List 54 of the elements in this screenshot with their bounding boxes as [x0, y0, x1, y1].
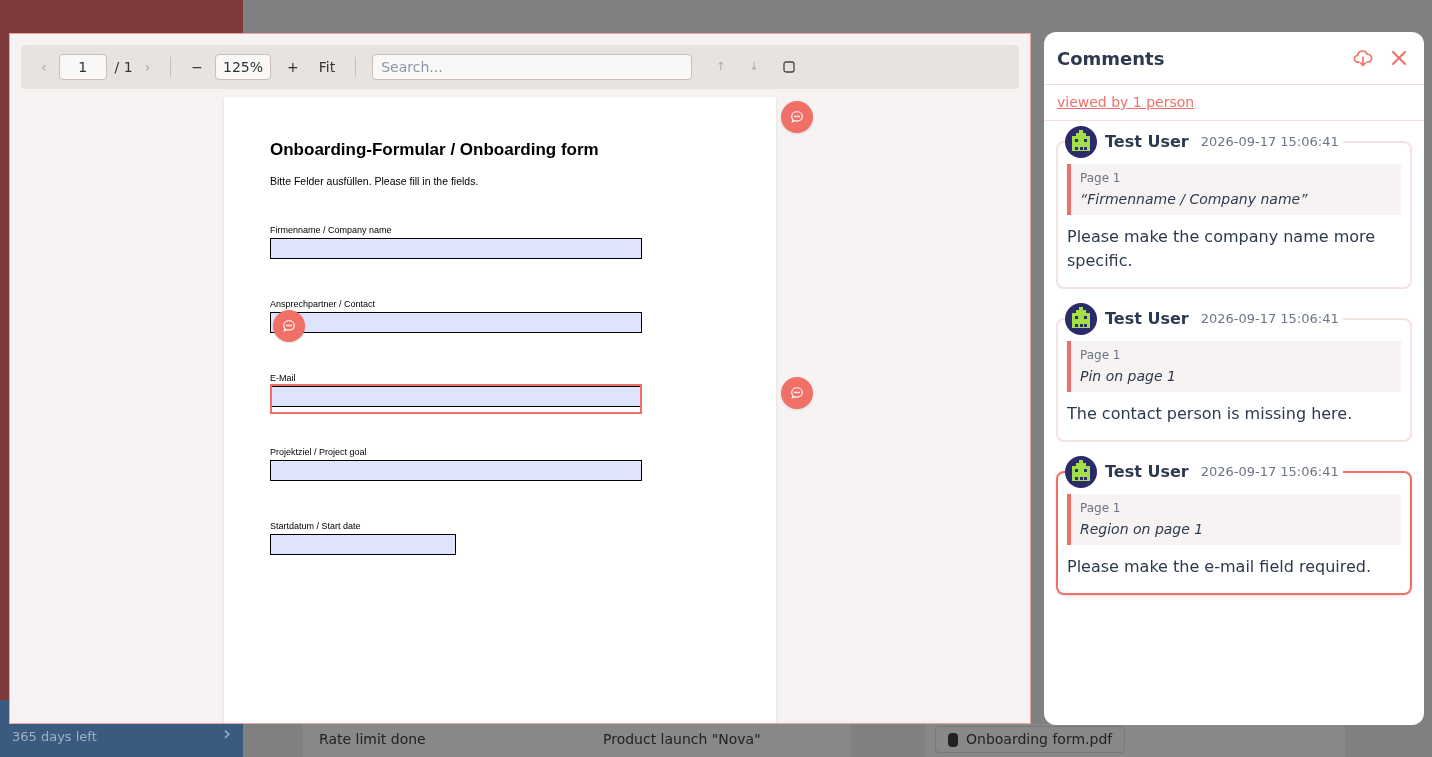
field-label: Ansprechpartner / Contact — [270, 299, 376, 311]
comment-author: Test User — [1105, 461, 1189, 483]
field-label: Projektziel / Project goal — [270, 447, 367, 459]
fit-button[interactable]: Fit — [314, 56, 340, 78]
quote-text: Region on page 1 — [1080, 520, 1205, 539]
chevron-icon: › — [223, 723, 231, 757]
quote-text: Pin on page 1 — [1080, 367, 1177, 386]
comment-pin[interactable] — [781, 101, 813, 133]
table-cell-text: Product launch "Nova" — [603, 730, 762, 749]
document-title: Onboarding-Formular / Onboarding form — [270, 139, 600, 161]
quote-page: Page 1 — [1080, 170, 1122, 187]
attachment-chip[interactable]: Onboarding form.pdf — [935, 726, 1126, 753]
page-number-field[interactable]: 1 — [58, 54, 107, 80]
quote-text: “Firmenname / Company name” — [1080, 190, 1309, 209]
panel-title: Comments — [1057, 46, 1166, 71]
avatar-icon — [1065, 126, 1097, 158]
file-icon — [948, 732, 958, 747]
field-label: E-Mail — [270, 373, 296, 385]
region-highlight[interactable] — [270, 384, 642, 415]
form-field[interactable] — [270, 312, 642, 334]
zoom-field[interactable]: 125% — [215, 54, 272, 80]
table-cell-text: Rate limit done — [319, 730, 426, 749]
form-field[interactable] — [270, 386, 642, 408]
comment-body: Please make the company name more specific. — [1067, 226, 1377, 272]
comment-author: Test User — [1105, 308, 1189, 330]
comment-time: 2026-09-17 15:06:41 — [1200, 310, 1339, 329]
document-subtitle: Bitte Felder ausfüllen. Please fill in the fields. — [270, 173, 480, 189]
comment-time: 2026-09-17 15:06:41 — [1200, 463, 1339, 482]
form-field[interactable] — [270, 534, 456, 556]
download-icon[interactable] — [1353, 48, 1373, 68]
comment-pin[interactable] — [781, 377, 813, 410]
comment-pin[interactable] — [273, 310, 305, 343]
quote-page: Page 1 — [1080, 500, 1122, 517]
square-icon[interactable] — [782, 61, 795, 73]
quote-page: Page 1 — [1080, 347, 1122, 364]
speech-bubble-icon — [790, 110, 804, 124]
comment-body: The contact person is missing here. — [1067, 403, 1354, 425]
speech-bubble-icon — [790, 386, 804, 401]
comment-time: 2026-09-17 15:06:41 — [1200, 133, 1339, 152]
speech-bubble-icon — [282, 319, 296, 334]
avatar-icon — [1065, 303, 1097, 335]
zoom-out-button[interactable]: − — [187, 56, 208, 78]
comment-author: Test User — [1105, 131, 1189, 153]
search-field[interactable]: Search... — [372, 54, 693, 80]
field-label: Firmenname / Company name — [270, 225, 392, 237]
zoom-in-button[interactable]: + — [279, 56, 307, 78]
close-icon[interactable] — [1391, 50, 1407, 66]
comment-body: Please make the e-mail field required. — [1067, 556, 1373, 578]
page-total-text: / 1 — [114, 57, 133, 77]
days-left-text: 365 days left — [12, 729, 97, 746]
form-field[interactable] — [270, 238, 642, 260]
form-field[interactable] — [270, 460, 642, 482]
field-label: Startdatum / Start date — [270, 521, 361, 533]
avatar-icon — [1065, 456, 1097, 488]
